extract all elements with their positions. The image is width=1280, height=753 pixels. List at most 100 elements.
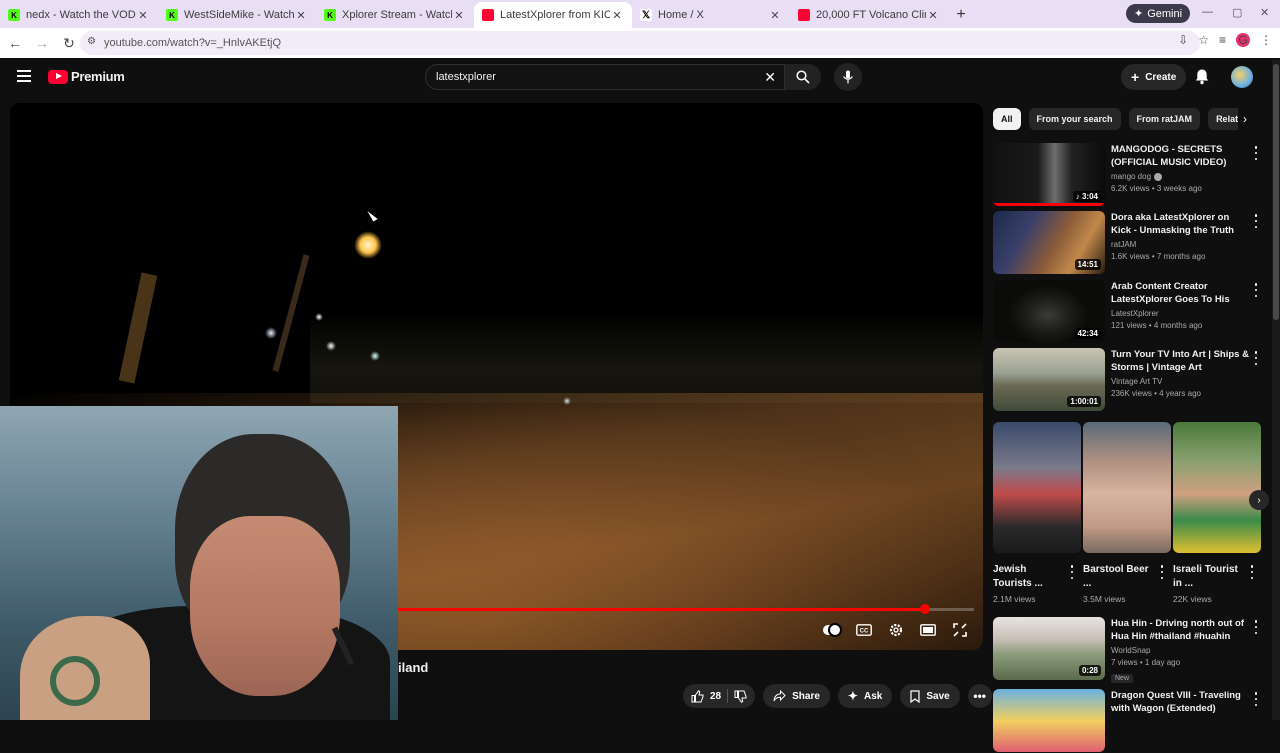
- page-scrollbar[interactable]: [1273, 64, 1279, 320]
- channel-name[interactable]: ratJAM: [1111, 240, 1249, 249]
- more-actions-button[interactable]: •••: [967, 684, 992, 708]
- more-vertical-icon[interactable]: [1249, 565, 1255, 579]
- chip-related[interactable]: Related: [1208, 108, 1238, 130]
- fullscreen-button[interactable]: [951, 621, 969, 639]
- browser-tab[interactable]: 𝕏 Home / X ✕: [632, 2, 790, 28]
- bookmark-star-icon[interactable]: ☆: [1198, 33, 1209, 47]
- video-title[interactable]: Turn Your TV Into Art | Ships & Storms |…: [1111, 348, 1249, 374]
- video-thumbnail[interactable]: 1:00:01: [993, 348, 1105, 411]
- short-title[interactable]: Barstool Beer ...: [1083, 563, 1155, 591]
- duration-badge: ♪ 3:04: [1072, 191, 1101, 202]
- voice-search-button[interactable]: [834, 63, 862, 91]
- list-item[interactable]: 0:28 Hua Hin - Driving north out of Hua …: [993, 617, 1263, 683]
- short-title[interactable]: Jewish Tourists ...: [993, 563, 1065, 591]
- short-item[interactable]: Jewish Tourists ... 2.1M views: [993, 422, 1081, 604]
- channel-name[interactable]: mango dog: [1111, 172, 1249, 181]
- reload-icon[interactable]: ↻: [57, 31, 81, 55]
- short-item[interactable]: Barstool Beer ... 3.5M views: [1083, 422, 1171, 604]
- video-title[interactable]: Dora aka LatestXplorer on Kick - Unmaski…: [1111, 211, 1249, 237]
- close-tab-icon[interactable]: ✕: [294, 9, 308, 22]
- media-controls-icon[interactable]: ≡: [1219, 33, 1226, 47]
- maximize-icon[interactable]: ▢: [1232, 6, 1242, 19]
- list-item[interactable]: ♪ 3:04 MANGODOG - SECRETS (OFFICIAL MUSI…: [993, 143, 1263, 207]
- short-title[interactable]: Israeli Tourist in ...: [1173, 563, 1245, 591]
- video-title[interactable]: Hua Hin - Driving north out of Hua Hin #…: [1111, 617, 1249, 643]
- search-input[interactable]: latestxplorer ✕: [425, 64, 785, 90]
- minimize-icon[interactable]: —: [1202, 6, 1213, 18]
- close-tab-icon[interactable]: ✕: [610, 9, 624, 22]
- more-vertical-icon[interactable]: [1253, 283, 1259, 297]
- list-item[interactable]: 42:34 Arab Content Creator LatestXplorer…: [993, 280, 1263, 344]
- autoplay-toggle[interactable]: [823, 621, 842, 639]
- subtitles-button[interactable]: CC: [855, 621, 873, 639]
- youtube-logo[interactable]: Premium: [48, 69, 125, 84]
- list-item[interactable]: 14:51 Dora aka LatestXplorer on Kick - U…: [993, 211, 1263, 275]
- short-thumbnail[interactable]: [1173, 422, 1261, 553]
- close-tab-icon[interactable]: ✕: [926, 9, 940, 22]
- video-thumbnail[interactable]: ♪ 3:04: [993, 143, 1105, 206]
- chrome-menu-icon[interactable]: ⋮: [1260, 33, 1272, 47]
- thumbs-up-icon[interactable]: [691, 689, 704, 703]
- close-tab-icon[interactable]: ✕: [768, 9, 782, 22]
- profile-avatar[interactable]: G: [1236, 33, 1250, 47]
- browser-tab[interactable]: K Xplorer Stream - Watch Live on✕: [316, 2, 474, 28]
- gemini-button[interactable]: ✦ Gemini: [1126, 4, 1191, 23]
- window-close-icon[interactable]: ✕: [1260, 6, 1269, 19]
- ask-button[interactable]: ✦ Ask: [837, 684, 893, 708]
- browser-tab[interactable]: K WestSideMike - Watch the VOD✕: [158, 2, 316, 28]
- video-title[interactable]: MANGODOG - SECRETS (OFFICIAL MUSIC VIDEO…: [1111, 143, 1249, 169]
- more-vertical-icon[interactable]: [1253, 692, 1259, 706]
- install-icon[interactable]: ⇩: [1178, 33, 1188, 47]
- list-item[interactable]: 1:00:01 Turn Your TV Into Art | Ships & …: [993, 348, 1263, 412]
- chip-from-your-search[interactable]: From your search: [1028, 108, 1121, 130]
- forward-arrow-icon[interactable]: →: [30, 31, 54, 55]
- short-thumbnail[interactable]: [993, 422, 1081, 553]
- progress-scrubber[interactable]: [920, 604, 931, 614]
- save-button[interactable]: Save: [900, 684, 960, 708]
- video-thumbnail[interactable]: [993, 689, 1105, 752]
- thumbs-down-icon[interactable]: [734, 690, 747, 703]
- back-arrow-icon[interactable]: ←: [3, 31, 27, 55]
- like-count[interactable]: 28: [710, 691, 721, 702]
- new-tab-button[interactable]: +: [948, 2, 974, 28]
- close-tab-icon[interactable]: ✕: [452, 9, 466, 22]
- video-thumbnail[interactable]: 42:34: [993, 280, 1105, 343]
- video-thumbnail[interactable]: 14:51: [993, 211, 1105, 274]
- search-button[interactable]: [785, 64, 821, 90]
- share-button[interactable]: Share: [763, 684, 830, 708]
- theater-mode-button[interactable]: [919, 621, 937, 639]
- close-tab-icon[interactable]: ✕: [136, 9, 150, 22]
- clear-search-icon[interactable]: ✕: [764, 69, 776, 86]
- site-settings-icon[interactable]: ⚙: [87, 36, 99, 48]
- list-item[interactable]: Dragon Quest VIII - Traveling with Wagon…: [993, 689, 1263, 753]
- channel-name[interactable]: WorldSnap: [1111, 646, 1249, 655]
- more-vertical-icon[interactable]: [1253, 620, 1259, 634]
- settings-button[interactable]: [887, 621, 905, 639]
- chevron-right-icon[interactable]: ›: [1236, 110, 1254, 128]
- hamburger-menu-icon[interactable]: [17, 70, 31, 82]
- channel-name[interactable]: LatestXplorer: [1111, 309, 1249, 318]
- tab-title: Home / X: [658, 9, 704, 21]
- channel-name[interactable]: Vintage Art TV: [1111, 377, 1249, 386]
- shorts-next-chevron-icon[interactable]: ›: [1249, 490, 1269, 510]
- video-thumbnail[interactable]: 0:28: [993, 617, 1105, 680]
- short-item[interactable]: Israeli Tourist in ... 22K views: [1173, 422, 1261, 604]
- create-button[interactable]: + Create: [1121, 64, 1187, 90]
- progress-bar[interactable]: [398, 604, 974, 614]
- chip-from-ratjam[interactable]: From ratJAM: [1128, 108, 1201, 130]
- notifications-bell-icon[interactable]: [1194, 68, 1210, 85]
- video-title[interactable]: Dragon Quest VIII - Traveling with Wagon…: [1111, 689, 1249, 715]
- more-vertical-icon[interactable]: [1069, 565, 1075, 579]
- account-avatar[interactable]: [1231, 66, 1253, 88]
- browser-tab-active[interactable]: LatestXplorer from KICK Presse✕: [474, 2, 632, 28]
- more-vertical-icon[interactable]: [1253, 214, 1259, 228]
- url-field[interactable]: ⚙ youtube.com/watch?v=_HnlvAKEtjQ: [80, 31, 1200, 55]
- browser-tab[interactable]: 20,000 FT Volcano Climb.. GON✕: [790, 2, 948, 28]
- more-vertical-icon[interactable]: [1159, 565, 1165, 579]
- browser-tab[interactable]: Knedx - Watch the VOD on Kick✕: [0, 2, 158, 28]
- video-title[interactable]: Arab Content Creator LatestXplorer Goes …: [1111, 280, 1249, 306]
- short-thumbnail[interactable]: [1083, 422, 1171, 553]
- more-vertical-icon[interactable]: [1253, 146, 1259, 160]
- chip-all[interactable]: All: [993, 108, 1021, 130]
- more-vertical-icon[interactable]: [1253, 351, 1259, 365]
